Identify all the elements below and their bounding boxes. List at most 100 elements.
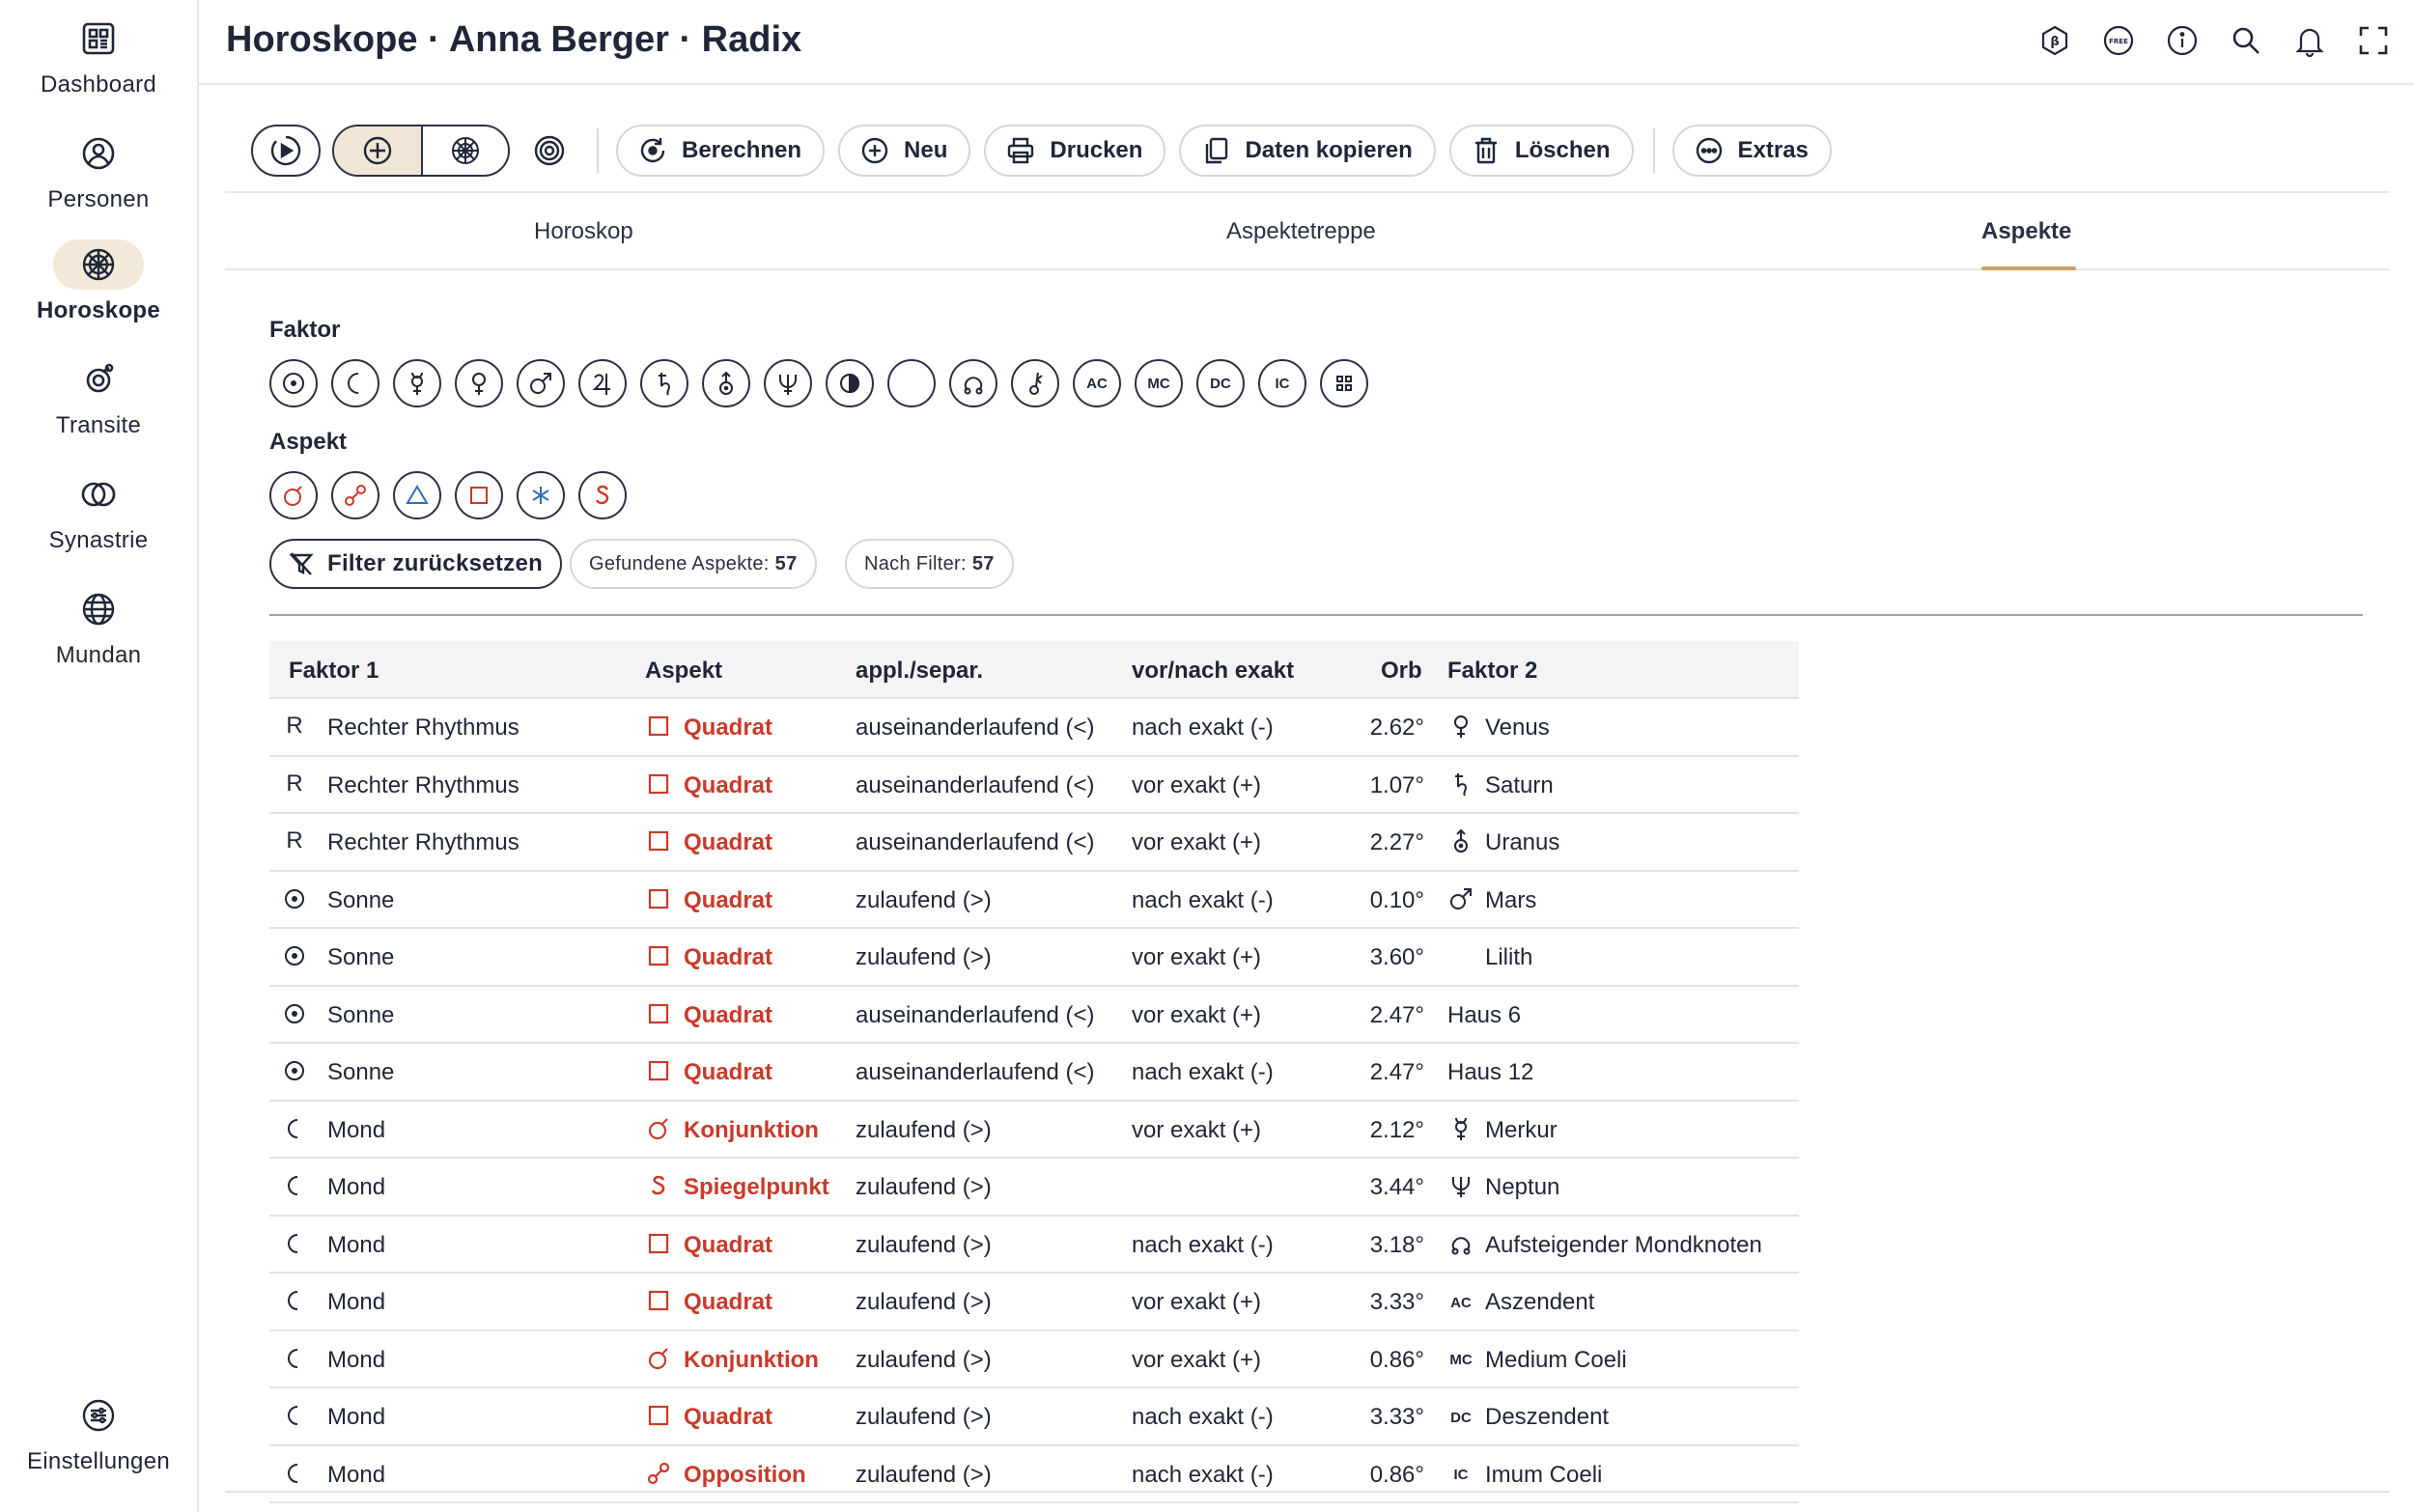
- tab-horoskop[interactable]: Horoskop: [534, 218, 633, 245]
- chart-view-wheel-button[interactable]: [421, 126, 508, 175]
- filter-node-chip[interactable]: [949, 359, 997, 407]
- table-row[interactable]: Sonne Quadrat auseinanderlaufend (<) nach e…: [269, 1044, 1799, 1102]
- appl-separ-cell: auseinanderlaufend (<): [856, 829, 1095, 855]
- filter-reset-button[interactable]: Filter zurücksetzen: [269, 539, 563, 589]
- filter-ic-chip[interactable]: IC: [1258, 359, 1306, 407]
- drucken-button[interactable]: Drucken: [984, 125, 1166, 177]
- daten-kopieren-button[interactable]: Daten kopieren: [1179, 125, 1436, 177]
- filter-lilith-chip[interactable]: [887, 359, 936, 407]
- beta-icon[interactable]: β: [2035, 21, 2074, 60]
- col-faktor1[interactable]: Faktor 1: [289, 658, 379, 685]
- filter-dc-chip[interactable]: DC: [1196, 359, 1245, 407]
- col-aspekt[interactable]: Aspekt: [645, 658, 722, 685]
- berechnen-button[interactable]: Berechnen: [616, 125, 826, 177]
- page-title: Horoskope · Anna Berger · Radix: [226, 19, 802, 60]
- filter-venus-chip[interactable]: [455, 359, 503, 407]
- filter-uranus-chip[interactable]: [702, 359, 750, 407]
- moon-icon: [279, 1285, 310, 1316]
- filter-mercury-chip[interactable]: [393, 359, 441, 407]
- loeschen-button[interactable]: Löschen: [1448, 125, 1634, 177]
- table-body: R Rechter Rhythmus Quadrat auseinanderlaufe…: [269, 699, 1799, 1503]
- moon-icon: [279, 1170, 310, 1201]
- filter-conjunction-chip[interactable]: [269, 471, 318, 519]
- neu-button[interactable]: Neu: [838, 125, 971, 177]
- filter-opposition-chip[interactable]: [331, 471, 379, 519]
- sun-icon: [279, 1055, 310, 1086]
- table-row[interactable]: Mond Quadrat zulaufend (>) nach exakt (-) 3.…: [269, 1388, 1799, 1446]
- filter-sextile-chip[interactable]: [517, 471, 565, 519]
- sidebar-item-einstellungen[interactable]: Einstellungen: [0, 1390, 197, 1475]
- filter-chiron-chip[interactable]: [1011, 359, 1059, 407]
- filter-saturn-chip[interactable]: [640, 359, 688, 407]
- sidebar-item-personen[interactable]: Personen: [0, 128, 197, 213]
- free-icon[interactable]: FREE: [2099, 21, 2138, 60]
- table-row[interactable]: R Rechter Rhythmus Quadrat auseinanderlaufe…: [269, 757, 1799, 814]
- extras-button[interactable]: Extras: [1671, 125, 1832, 177]
- orb-cell: 3.44°: [1369, 1174, 1424, 1200]
- sidebar-item-label: Einstellungen: [26, 1448, 170, 1474]
- filter-more-chip[interactable]: [1320, 359, 1368, 407]
- sun-icon: [279, 998, 310, 1029]
- loeschen-label: Löschen: [1514, 137, 1611, 163]
- sidebar: Dashboard Personen Horoskope Transite Sy…: [0, 0, 199, 1512]
- fullscreen-icon[interactable]: [2354, 21, 2393, 60]
- table-row[interactable]: Mond Konjunktion zulaufend (>) vor exakt (+…: [269, 1102, 1799, 1159]
- col-vor-nach-exakt[interactable]: vor/nach exakt: [1132, 658, 1294, 685]
- aspekt-cell: Spiegelpunkt: [684, 1174, 829, 1200]
- table-row[interactable]: Mond Quadrat zulaufend (>) nach exakt (-) 3.…: [269, 1217, 1799, 1274]
- col-faktor2[interactable]: Faktor 2: [1447, 658, 1537, 685]
- tab-aspekte[interactable]: Aspekte: [1981, 218, 2071, 245]
- info-icon[interactable]: [2163, 21, 2202, 60]
- after-filter-count: 57: [971, 552, 995, 574]
- sidebar-item-dashboard[interactable]: Dashboard: [0, 14, 197, 98]
- filter-sun-chip[interactable]: [269, 359, 318, 407]
- printer-icon: [1008, 137, 1034, 164]
- daten-kopieren-label: Daten kopieren: [1245, 137, 1413, 163]
- col-appl-separ[interactable]: appl./separ.: [856, 658, 983, 685]
- table-row[interactable]: Mond Konjunktion zulaufend (>) vor exakt (+…: [269, 1331, 1799, 1388]
- top-header: Horoskope · Anna Berger · Radix β FREE: [199, 0, 2414, 85]
- faktor1-cell: Rechter Rhythmus: [327, 829, 519, 855]
- faktor1-cell: Mond: [327, 1461, 386, 1488]
- moon-icon: [279, 1458, 310, 1489]
- filter-trine-chip[interactable]: [393, 471, 441, 519]
- table-row[interactable]: R Rechter Rhythmus Quadrat auseinanderlaufe…: [269, 814, 1799, 872]
- table-row[interactable]: R Rechter Rhythmus Quadrat auseinanderlaufe…: [269, 699, 1799, 757]
- tab-aspektetreppe[interactable]: Aspektetreppe: [1226, 218, 1376, 245]
- aspekt-cell: Quadrat: [684, 1059, 773, 1085]
- table-row[interactable]: Mond Spiegelpunkt zulaufend (>) 3.44° Neptun: [269, 1159, 1799, 1217]
- filter-square-chip[interactable]: [455, 471, 503, 519]
- filter-pluto-chip[interactable]: [826, 359, 874, 407]
- faktor1-cell: Mond: [327, 1231, 386, 1258]
- sidebar-item-transite[interactable]: Transite: [0, 354, 197, 439]
- orb-cell: 3.18°: [1369, 1231, 1424, 1258]
- search-icon[interactable]: [2227, 21, 2265, 60]
- bell-icon[interactable]: [2290, 21, 2329, 60]
- table-row[interactable]: Sonne Quadrat zulaufend (>) vor exakt (+) 3.…: [269, 929, 1799, 987]
- appl-separ-cell: zulaufend (>): [856, 1116, 992, 1143]
- play-animation-button[interactable]: [251, 125, 321, 177]
- table-row[interactable]: Sonne Quadrat auseinanderlaufend (<) vor ex…: [269, 987, 1799, 1044]
- aspects-table: Faktor 1 Aspekt appl./separ. vor/nach ex…: [269, 641, 1799, 1503]
- filter-ac-chip[interactable]: AC: [1073, 359, 1121, 407]
- table-row[interactable]: Mond Opposition zulaufend (>) nach exakt (-…: [269, 1446, 1799, 1503]
- sidebar-item-mundan[interactable]: Mundan: [0, 584, 197, 669]
- appl-separ-cell: zulaufend (>): [856, 886, 992, 913]
- filter-mc-chip[interactable]: MC: [1135, 359, 1183, 407]
- filter-mirror-chip[interactable]: [578, 471, 627, 519]
- table-row[interactable]: Sonne Quadrat zulaufend (>) nach exakt (-) 0…: [269, 872, 1799, 929]
- filter-jupiter-chip[interactable]: [578, 359, 627, 407]
- table-row[interactable]: Mond Quadrat zulaufend (>) vor exakt (+) 3.3…: [269, 1274, 1799, 1331]
- found-aspects-label: Gefundene Aspekte:: [589, 552, 770, 574]
- filter-mars-chip[interactable]: [517, 359, 565, 407]
- sidebar-item-horoskope[interactable]: Horoskope: [0, 239, 197, 324]
- filter-neptune-chip[interactable]: [764, 359, 812, 407]
- toolbar-divider: [1652, 128, 1655, 173]
- target-view-button[interactable]: [521, 125, 577, 177]
- filter-moon-chip[interactable]: [331, 359, 379, 407]
- chart-view-radix-button[interactable]: [334, 126, 421, 175]
- orb-cell: 2.47°: [1369, 1059, 1424, 1085]
- aspekt-cell: Quadrat: [684, 944, 773, 970]
- sidebar-item-synastrie[interactable]: Synastrie: [0, 469, 197, 554]
- col-orb[interactable]: Orb: [1381, 658, 1422, 685]
